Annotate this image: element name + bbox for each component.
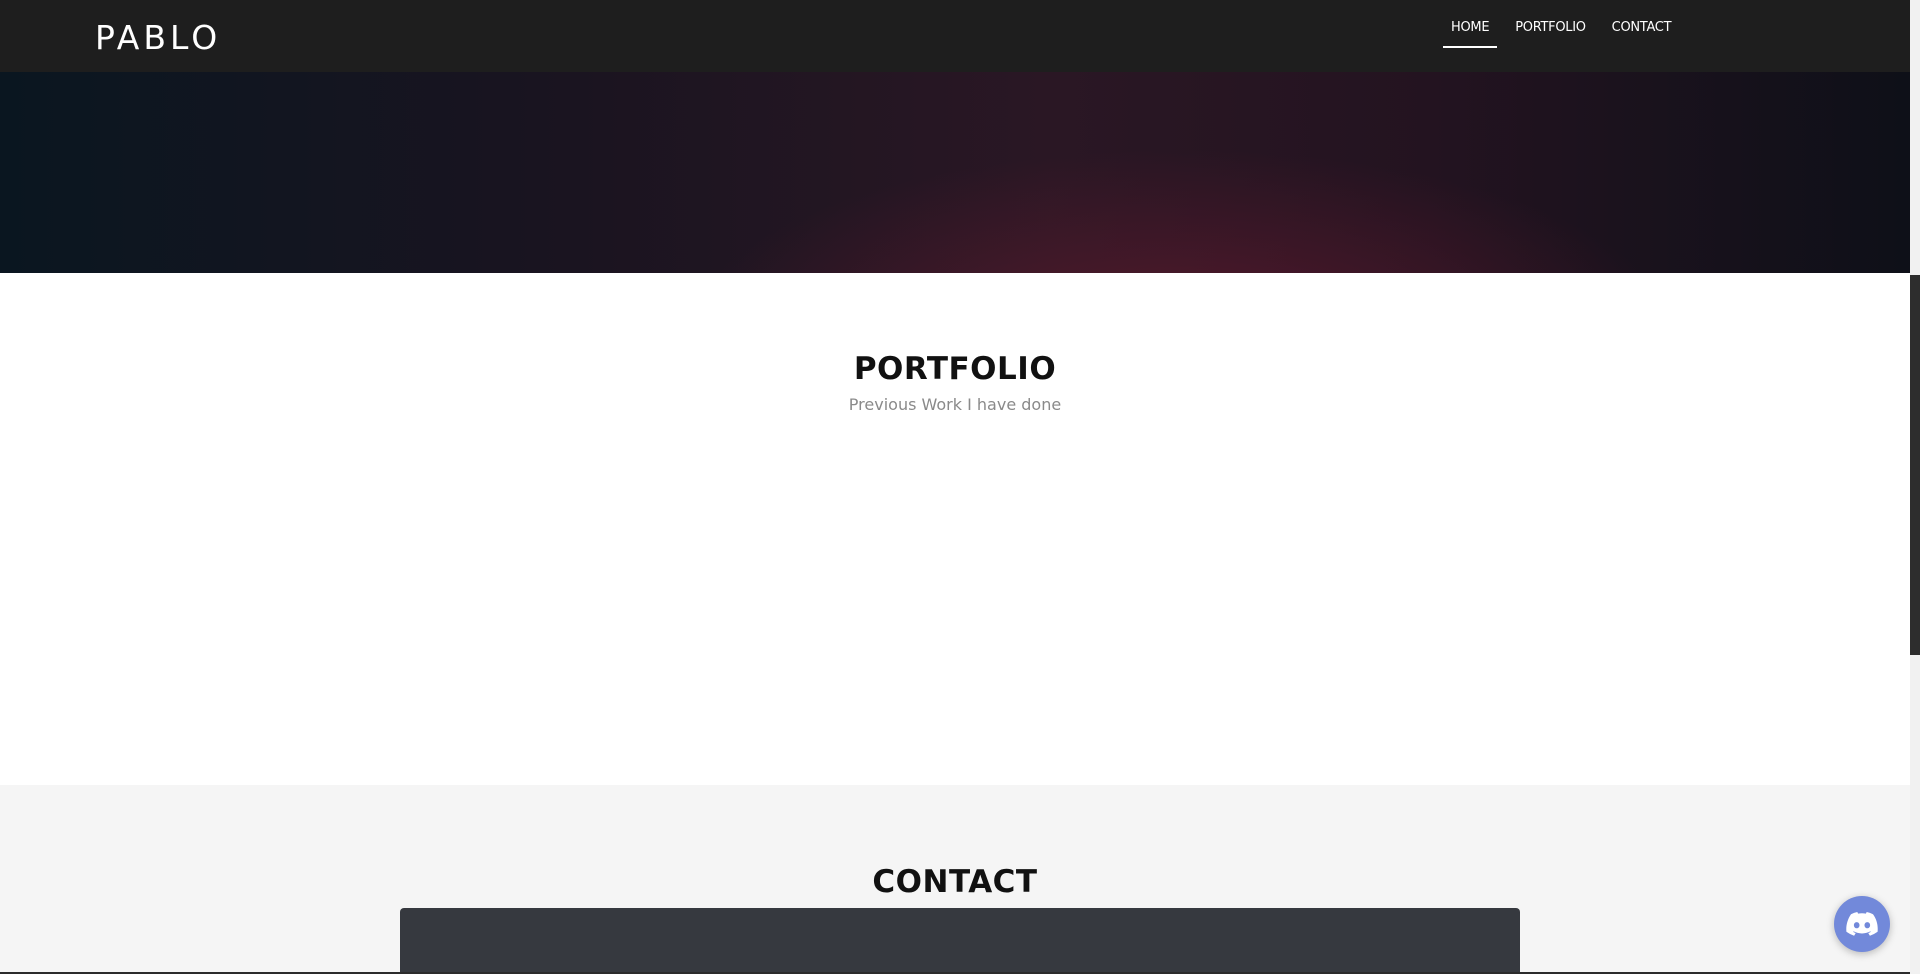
brand-logo[interactable]: PABLO: [95, 18, 221, 57]
nav-contact[interactable]: CONTACT: [1604, 0, 1680, 48]
top-navbar: PABLO HOME PORTFOLIO CONTACT: [0, 0, 1910, 72]
portfolio-section: PORTFOLIO Previous Work I have done: [0, 273, 1910, 785]
main-nav: HOME PORTFOLIO CONTACT: [1443, 0, 1689, 72]
contact-section: CONTACT: [0, 785, 1910, 974]
hero-banner: [0, 72, 1910, 273]
discord-icon: [1846, 912, 1878, 936]
discord-chat-button[interactable]: [1834, 896, 1890, 952]
nav-portfolio[interactable]: PORTFOLIO: [1507, 0, 1593, 48]
portfolio-title: PORTFOLIO: [853, 351, 1057, 387]
nav-home[interactable]: HOME: [1443, 0, 1498, 48]
scrollbar-thumb[interactable]: [1910, 275, 1920, 655]
discord-widget-panel: [400, 908, 1520, 974]
contact-title: CONTACT: [872, 864, 1038, 900]
portfolio-subtitle: Previous Work I have done: [848, 395, 1062, 414]
